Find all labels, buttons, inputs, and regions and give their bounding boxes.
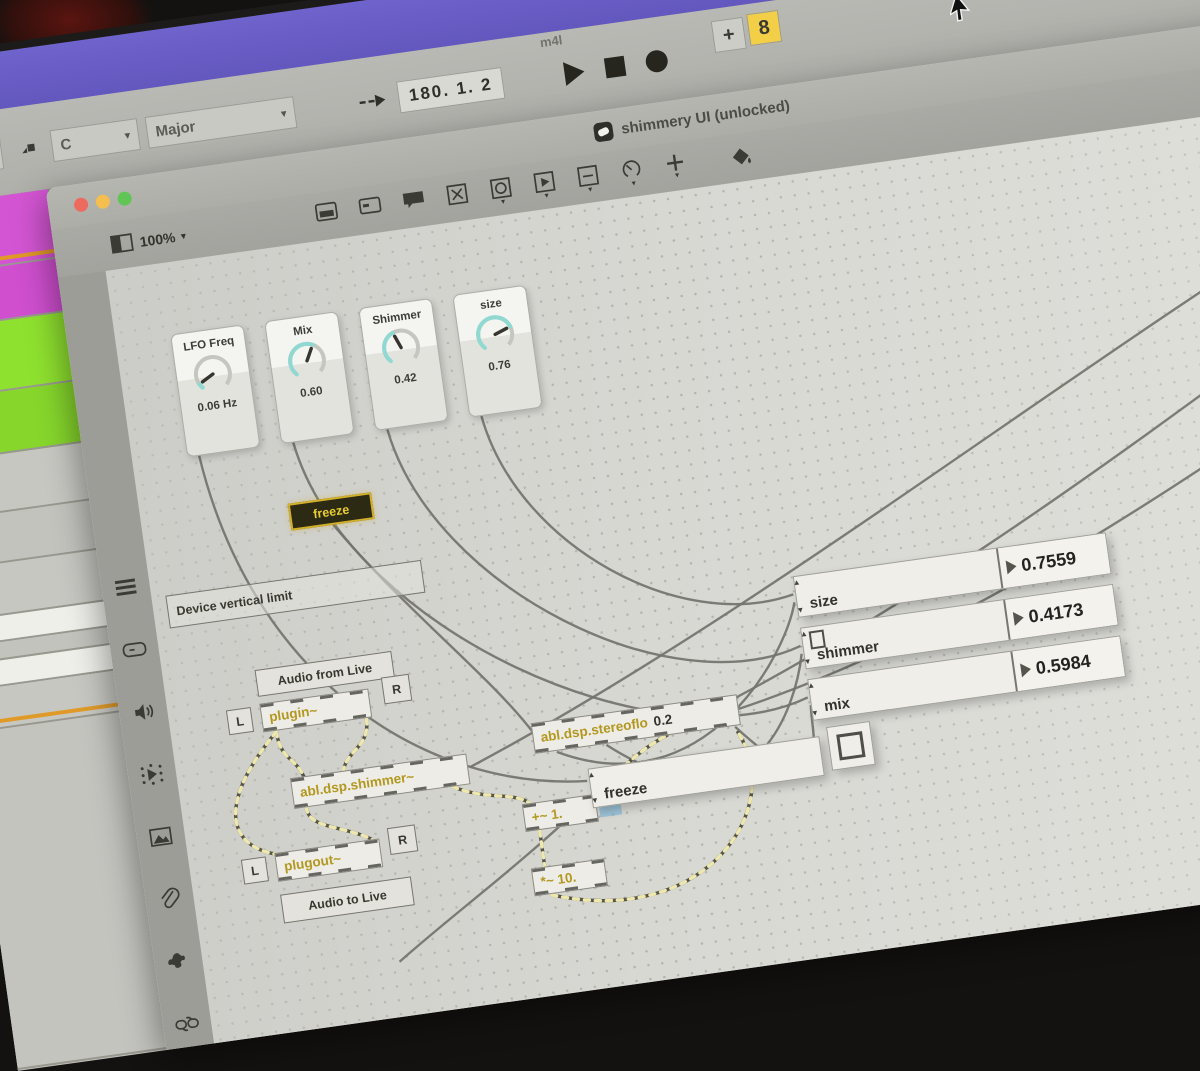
follow-icon[interactable]	[354, 83, 390, 119]
audio-icon[interactable]	[125, 694, 161, 730]
toggle-square-icon	[836, 731, 866, 761]
button-tool[interactable]	[443, 182, 472, 207]
scale-name-value: Major	[154, 117, 197, 141]
chevron-down-icon: ▾	[674, 170, 680, 180]
right-channel-comment[interactable]: R	[380, 673, 413, 705]
freeze-toggle[interactable]	[826, 721, 876, 771]
param-value: 0.4173	[1027, 598, 1085, 627]
chevron-down-icon: ▾	[544, 190, 550, 201]
param-label: size	[808, 591, 839, 613]
number-tool[interactable]: ▾	[574, 163, 604, 194]
menu-icon[interactable]	[108, 569, 144, 605]
flonum-triangle-icon	[1020, 662, 1032, 678]
freeze-row-label: freeze	[603, 779, 649, 803]
scale-name-menu[interactable]: Major ▾	[144, 96, 298, 149]
play-button[interactable]	[554, 55, 592, 91]
max-patcher-window: shimmery UI (unlocked) 100% ▾ ▾▾▾▾▾	[45, 7, 1200, 1051]
add-button[interactable]: +	[710, 16, 747, 54]
left-channel-comment[interactable]: L	[225, 707, 255, 736]
record-button[interactable]	[638, 43, 676, 79]
playbar-tool[interactable]: ▾	[530, 169, 560, 200]
dial-knob[interactable]	[186, 347, 240, 401]
paperclip-icon[interactable]	[152, 881, 188, 917]
monitor-screen: m4l 1 Bar ▾ C ▾ Major ▾ 180. 1. 2 + 8	[0, 0, 1200, 1071]
flonum-triangle-icon	[1005, 559, 1018, 575]
quantize-menu[interactable]: 1 Bar ▾	[0, 137, 5, 183]
object-tool[interactable]	[356, 194, 385, 217]
zoom-control[interactable]: 100% ▾	[109, 224, 188, 257]
chevron-down-icon: ▾	[180, 230, 187, 241]
dial-knob[interactable]	[468, 307, 522, 361]
lock-bucket-icon[interactable]	[727, 145, 756, 170]
loop-button[interactable]: 8	[746, 9, 783, 47]
left-channel-comment[interactable]: L	[240, 856, 270, 885]
stop-button[interactable]	[596, 49, 634, 85]
flonum-triangle-icon	[1012, 610, 1025, 626]
toggle-tool[interactable]: ▾	[487, 175, 517, 206]
zoom-level: 100%	[138, 229, 177, 250]
text-cursor-box	[808, 629, 826, 650]
dial-tool[interactable]: ▾	[618, 157, 648, 188]
chevron-down-icon: ▾	[124, 129, 131, 142]
dial-value: 0.76	[487, 358, 512, 374]
stereo-object-arg: 0.2	[652, 711, 674, 730]
dial-value: 0.42	[393, 371, 418, 387]
console-icon[interactable]	[116, 632, 152, 668]
comment-tool[interactable]	[400, 188, 429, 211]
chevron-down-icon: ▾	[631, 178, 637, 188]
link-icon[interactable]	[169, 1006, 205, 1042]
chevron-down-icon: ▾	[280, 107, 288, 120]
dial-value: 0.60	[299, 384, 324, 400]
window-tool[interactable]	[313, 200, 342, 223]
scale-icon[interactable]	[10, 132, 46, 168]
mouse-cursor	[948, 0, 972, 27]
m4l-document-icon	[593, 120, 615, 142]
plus-tool[interactable]: ▾	[661, 151, 690, 180]
snippets-icon[interactable]	[134, 756, 170, 792]
scale-root-value: C	[59, 135, 73, 154]
param-value: 0.5984	[1034, 650, 1092, 678]
dial-knob[interactable]	[280, 334, 334, 388]
param-label: shimmer	[815, 638, 881, 664]
arrangement-position[interactable]: 180. 1. 2	[396, 66, 506, 114]
scale-root-menu[interactable]: C ▾	[49, 118, 142, 163]
image-icon[interactable]	[143, 819, 179, 855]
param-label: mix	[823, 694, 851, 716]
sidebar-toggle-icon[interactable]	[109, 231, 136, 257]
plug-icon[interactable]	[160, 943, 196, 979]
live-window-title: m4l	[538, 32, 564, 51]
chevron-down-icon: ▾	[500, 196, 506, 207]
dial-knob[interactable]	[374, 320, 428, 374]
param-value: 0.7559	[1019, 547, 1078, 575]
chevron-down-icon: ▾	[587, 184, 593, 194]
right-channel-comment[interactable]: R	[386, 824, 419, 855]
